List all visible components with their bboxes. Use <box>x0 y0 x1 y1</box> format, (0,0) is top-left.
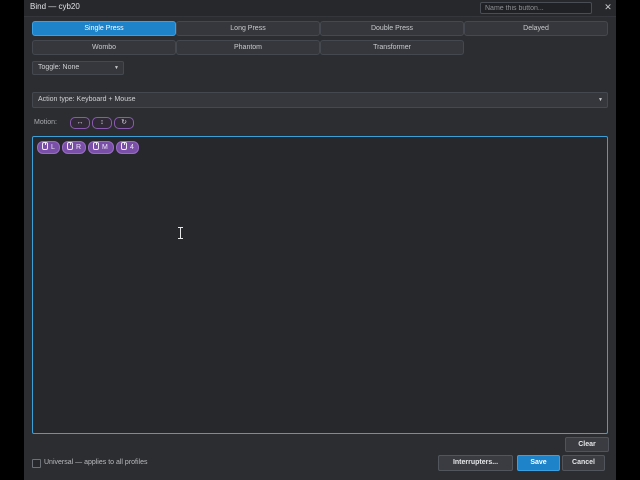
universal-label: Universal — applies to all profiles <box>44 459 148 466</box>
mode-phantom-button[interactable]: Phantom <box>176 40 320 55</box>
mouse-middle-tag[interactable]: M <box>88 141 114 154</box>
mouse-icon <box>67 142 73 150</box>
close-icon[interactable]: ✕ <box>602 1 614 14</box>
mouse-right-tag[interactable]: R <box>62 141 86 154</box>
tag-label: R <box>76 144 82 151</box>
text-cursor-icon <box>178 227 183 239</box>
mouse-icon <box>93 142 99 150</box>
mouse-icon <box>121 142 127 150</box>
title-bar: Bind — cyb20 ✕ <box>24 0 616 17</box>
motion-horizontal-chip[interactable]: ↔ <box>70 117 90 129</box>
interrupters-button[interactable]: Interrupters... <box>438 455 513 471</box>
button-name-input[interactable] <box>480 2 592 14</box>
action-type-dropdown[interactable]: Action type: Keyboard + Mouse ▼ <box>32 92 608 108</box>
tag-label: L <box>51 144 55 151</box>
bind-editor[interactable]: L R M 4 <box>32 136 608 434</box>
mouse-left-tag[interactable]: L <box>37 141 60 154</box>
save-button[interactable]: Save <box>517 455 560 471</box>
mode-double-press-button[interactable]: Double Press <box>320 21 464 36</box>
motion-vertical-chip[interactable]: ↕ <box>92 117 112 129</box>
motion-rotate-chip[interactable]: ↻ <box>114 117 134 129</box>
mode-delayed-button[interactable]: Delayed <box>464 21 608 36</box>
tag-label: 4 <box>130 144 134 151</box>
action-type-label: Action type: Keyboard + Mouse <box>38 96 136 103</box>
tag-label: M <box>102 144 108 151</box>
universal-checkbox[interactable] <box>32 459 41 468</box>
motion-label: Motion: <box>34 119 57 126</box>
toggle-dropdown-label: Toggle: None <box>38 64 80 71</box>
toggle-dropdown[interactable]: Toggle: None ▼ <box>32 61 124 75</box>
mouse-icon <box>42 142 48 150</box>
mode-wombo-button[interactable]: Wombo <box>32 40 176 55</box>
bind-dialog: Bind — cyb20 ✕ Single Press Long Press D… <box>24 0 616 480</box>
mode-single-press-button[interactable]: Single Press <box>32 21 176 36</box>
window-title: Bind — cyb20 <box>30 2 80 11</box>
chevron-down-icon: ▼ <box>114 65 119 71</box>
clear-button[interactable]: Clear <box>565 437 609 452</box>
cancel-button[interactable]: Cancel <box>562 455 605 471</box>
mode-long-press-button[interactable]: Long Press <box>176 21 320 36</box>
mode-transformer-button[interactable]: Transformer <box>320 40 464 55</box>
mouse-button4-tag[interactable]: 4 <box>116 141 139 154</box>
chevron-down-icon: ▼ <box>598 97 603 103</box>
